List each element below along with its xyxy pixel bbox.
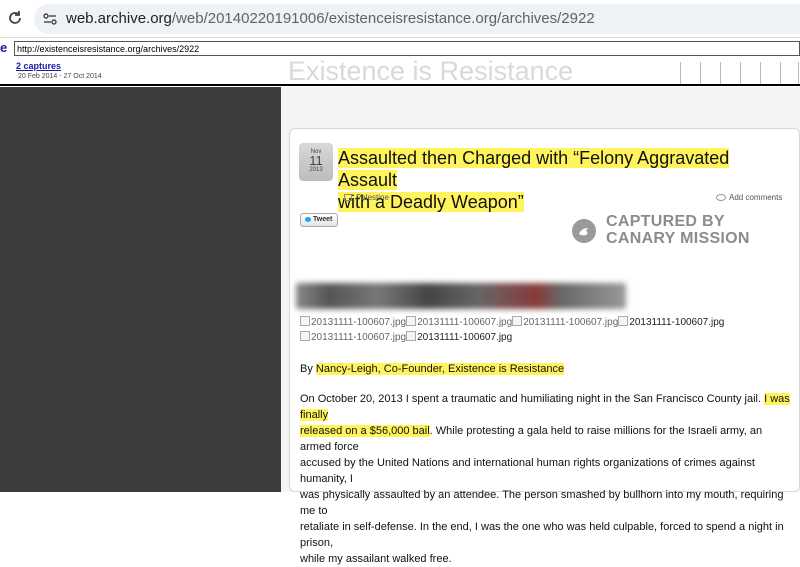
byline-author: Nancy-Leigh, Co-Founder, Existence is Re… <box>315 363 565 375</box>
reload-icon[interactable] <box>6 9 24 27</box>
para-line3: accused by the United Nations and intern… <box>300 457 755 485</box>
capture-timeline[interactable] <box>680 62 800 84</box>
image-alt-3: 20131111-100607.jpg <box>523 317 619 328</box>
canary-mission-watermark: CAPTURED BY CANARY MISSION <box>572 213 762 249</box>
broken-image-icon <box>300 316 310 326</box>
add-comments-link[interactable]: Add comments <box>716 193 782 202</box>
para-line5: retaliate in self-defense. In the end, I… <box>300 521 784 549</box>
capture-dates: 20 Feb 2014 - 27 Oct 2014 <box>18 73 102 80</box>
byline: By Nancy-Leigh, Co-Founder, Existence is… <box>300 361 790 377</box>
broken-image-row-2: 20131111-100607.jpg 20131111-100607.jpg <box>300 331 512 343</box>
wayback-logo-edge[interactable]: e <box>0 41 10 76</box>
broken-image-icon <box>618 316 629 326</box>
site-title-watermark: Existence is Resistance <box>288 56 574 86</box>
broken-image-icon <box>300 331 310 341</box>
watermark-line1: CAPTURED BY <box>606 213 725 230</box>
blurred-image <box>296 283 626 309</box>
date-year: 2013 <box>309 167 323 173</box>
image-alt-6: 20131111-100607.jpg <box>417 332 513 343</box>
broken-image-row-1: 20131111-100607.jpg 20131111-100607.jpg 20… <box>300 316 724 328</box>
address-bar[interactable]: web.archive.org/web/20140220191006/exist… <box>34 4 800 34</box>
canary-logo-icon <box>572 219 596 243</box>
browser-toolbar: web.archive.org/web/20140220191006/exist… <box>0 0 800 38</box>
url-text[interactable]: web.archive.org/web/20140220191006/exist… <box>66 10 595 27</box>
image-alt-1: 20131111-100607.jpg <box>311 317 407 328</box>
broken-image-icon <box>512 316 523 326</box>
captures-link[interactable]: 2 captures <box>16 61 61 71</box>
tweet-button[interactable]: Tweet <box>300 213 338 227</box>
watermark-line2: CANARY MISSION <box>606 230 750 247</box>
comments-label: Add comments <box>729 193 783 202</box>
broken-image-icon <box>406 331 417 341</box>
tweet-label: Tweet <box>313 216 333 223</box>
bird-icon <box>579 228 589 236</box>
url-host: web.archive.org <box>66 10 172 27</box>
para-line1a: On October 20, 2013 I spent a traumatic … <box>300 393 765 405</box>
wayback-url-input[interactable] <box>14 41 800 56</box>
post-title-line1: Assaulted then Charged with “Felony Aggr… <box>338 148 730 190</box>
category-label: Palestine <box>356 193 389 202</box>
comment-bubble-icon <box>716 194 726 202</box>
broken-image-icon <box>406 316 417 326</box>
image-alt-2: 20131111-100607.jpg <box>417 317 513 328</box>
url-path: /web/20140220191006/existenceisresistanc… <box>171 10 595 27</box>
date-day: 11 <box>309 153 323 168</box>
byline-prefix: By <box>300 363 316 375</box>
post-title[interactable]: Assaulted then Charged with “Felony Aggr… <box>338 147 783 213</box>
post-category[interactable]: Palestine <box>344 193 389 202</box>
twitter-bird-icon <box>305 216 311 222</box>
para-line4: was physically assaulted by an attendee.… <box>300 489 784 517</box>
post-paragraph: On October 20, 2013 I spent a traumatic … <box>300 391 790 567</box>
para-highlight-2: released on a $56,000 bail <box>300 425 430 437</box>
wayback-toolbar: e 2 captures 20 Feb 2014 - 27 Oct 2014 E… <box>0 38 800 86</box>
image-alt-4: 20131111-100607.jpg <box>629 317 725 328</box>
folder-icon <box>344 194 352 202</box>
post-date-badge: Nov 11 2013 <box>299 143 333 181</box>
para-line6: while my assailant walked free. <box>300 553 452 565</box>
image-alt-5: 20131111-100607.jpg <box>311 332 407 343</box>
site-info-icon[interactable] <box>42 11 58 27</box>
left-sidebar-background <box>0 87 281 492</box>
